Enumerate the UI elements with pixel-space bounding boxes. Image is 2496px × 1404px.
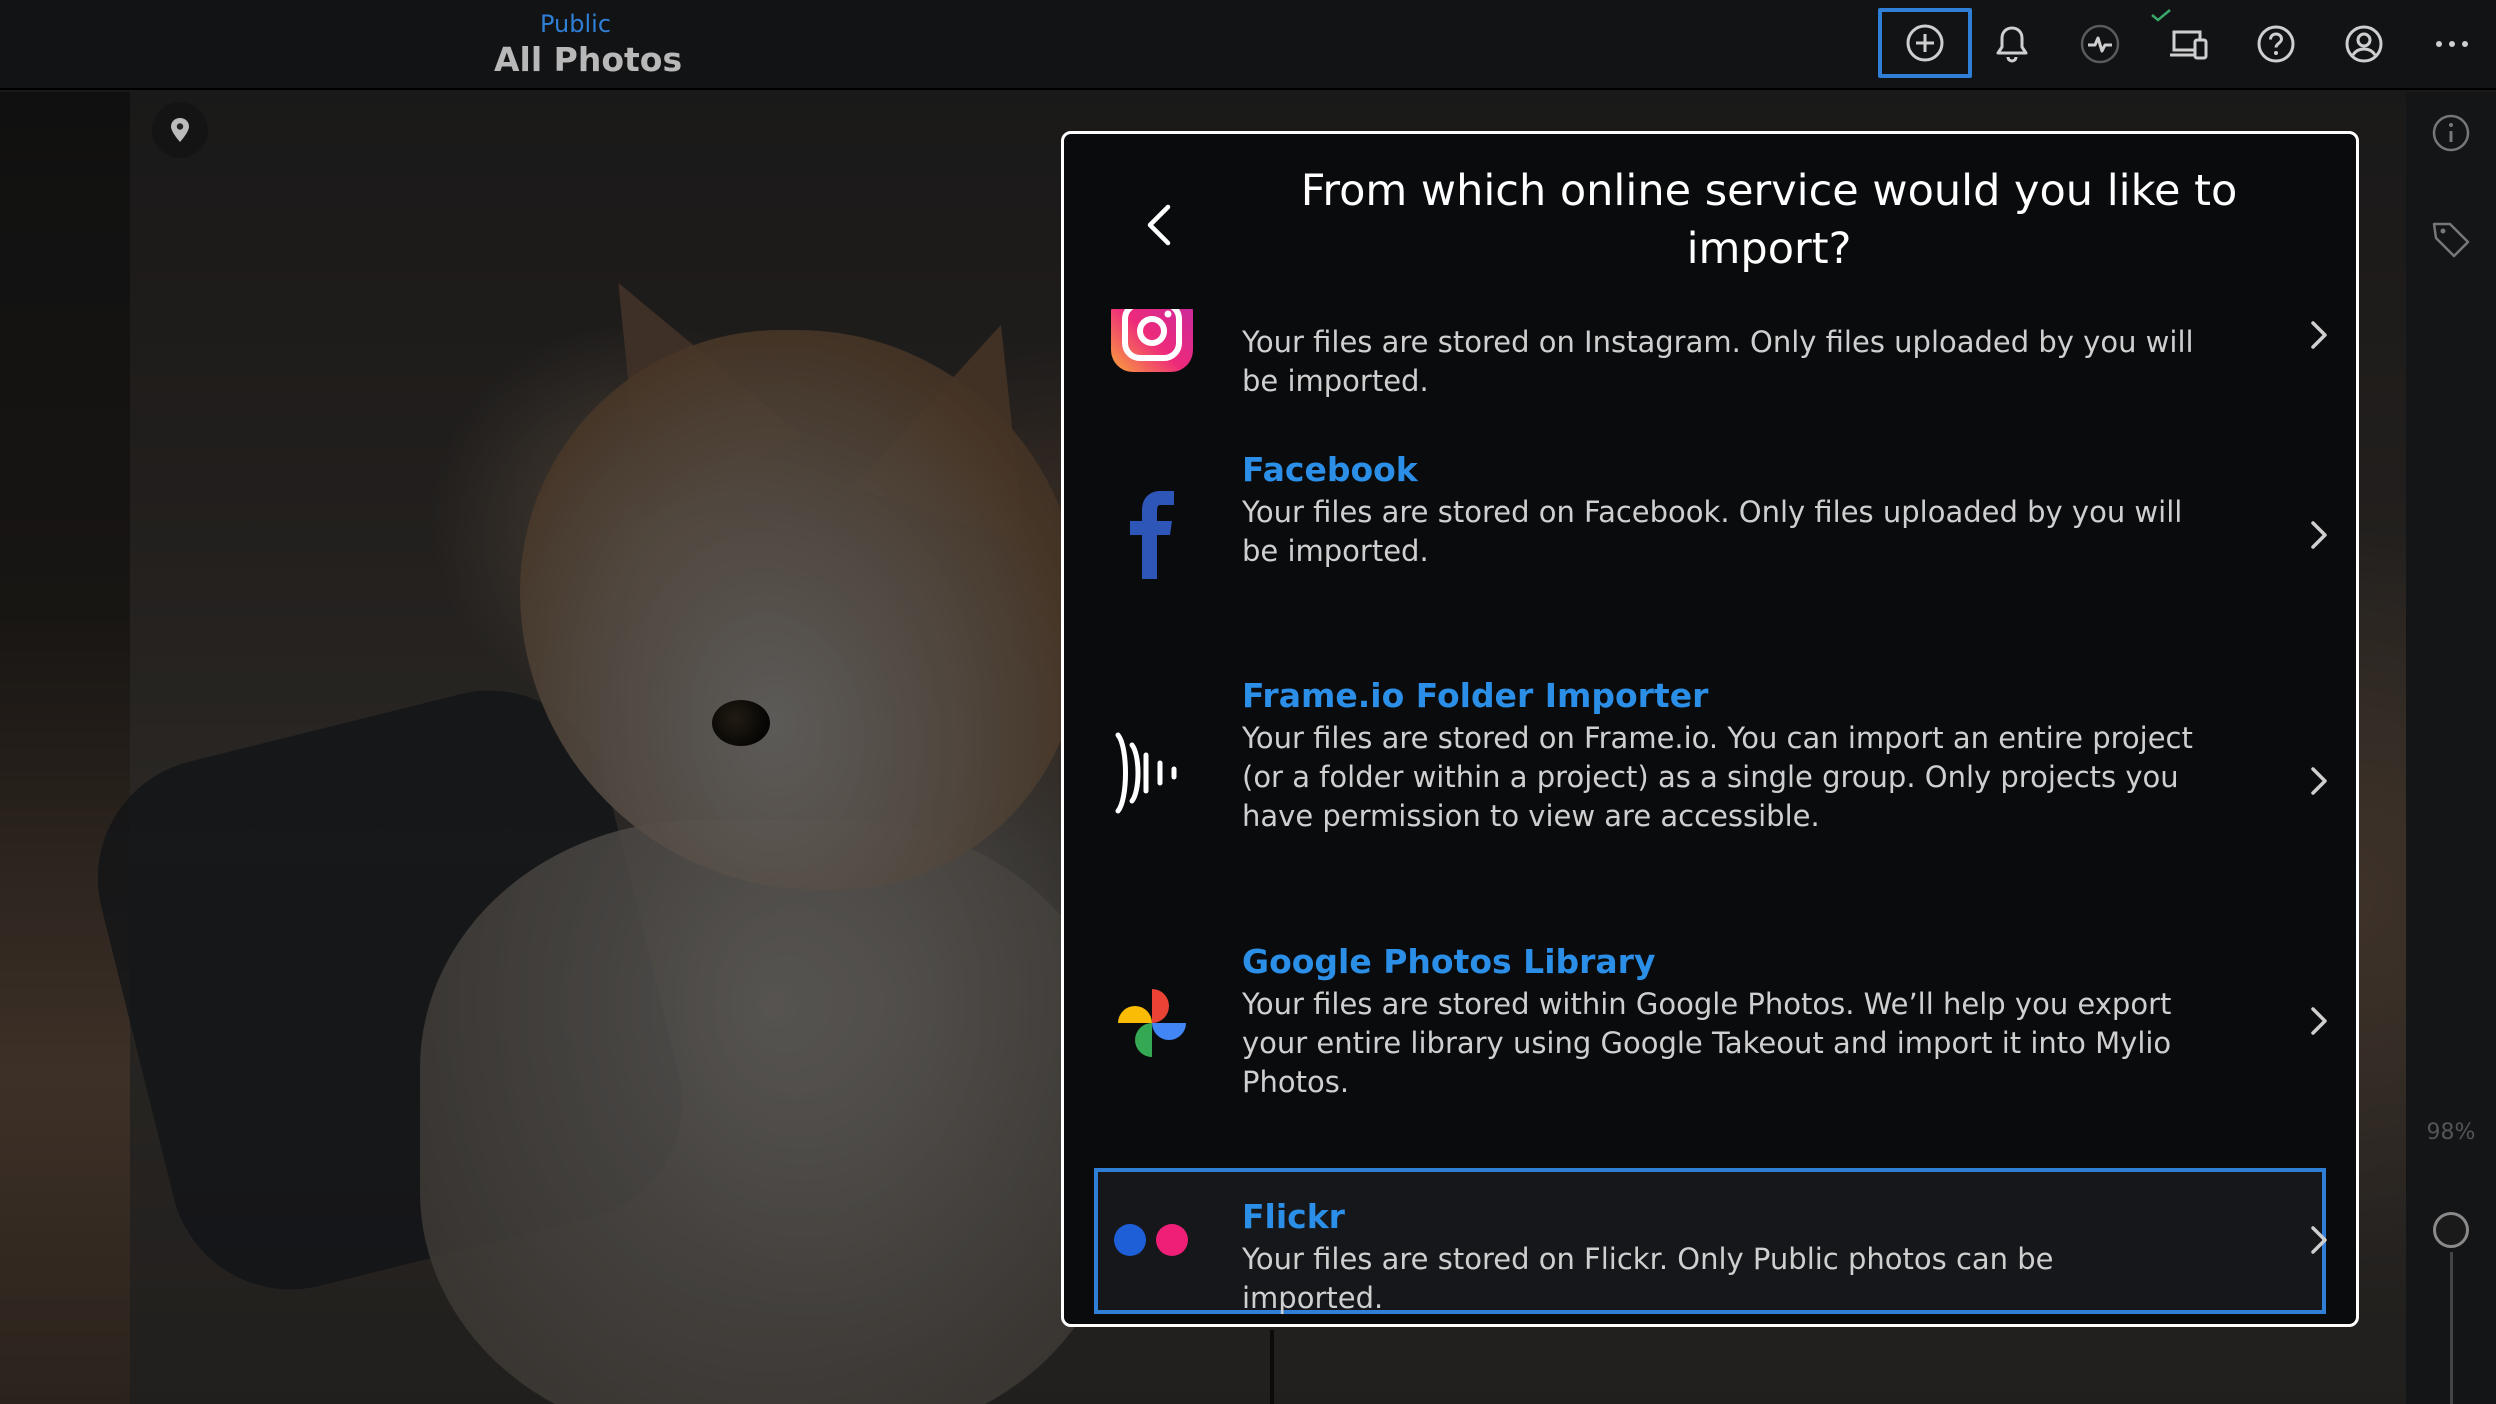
add-circle-icon [1906,24,1944,62]
bell-icon [1996,26,2028,63]
page-title[interactable]: All Photos [494,40,682,79]
info-icon[interactable] [2428,110,2474,156]
service-name: Google Photos Library [1242,942,1656,981]
activity-icon [2080,24,2120,64]
help-icon [2257,25,2295,63]
service-description: Your files are stored on Instagram. Only… [1242,325,2194,398]
instagram-icon [1106,309,1198,377]
service-list: Your files are stored on Instagram. Only… [1064,309,2356,1324]
more-icon [2436,41,2468,47]
service-item-instagram[interactable]: Your files are stored on Instagram. Only… [1094,309,2327,435]
import-service-dialog: From which online service would you like… [1061,131,2359,1327]
location-pin-icon[interactable] [152,102,208,158]
back-button[interactable] [1124,190,1194,260]
account-icon [2345,25,2383,63]
chevron-right-icon [2308,1224,2338,1264]
chevron-left-icon [1147,204,1171,246]
facebook-icon [1106,489,1198,581]
zoom-level: 98% [2426,1120,2476,1145]
right-rail: 98% [2406,92,2496,1404]
breadcrumb-sub[interactable]: Public [540,10,611,38]
service-item-flickr[interactable]: Flickr Your files are stored on Flickr. … [1094,1168,2327,1315]
service-description: Your files are stored on Flickr. Only Pu… [1242,1242,2054,1315]
devices-icon [2170,30,2208,60]
chevron-right-icon [2308,319,2338,359]
service-name: Flickr [1242,1197,1345,1236]
chevron-right-icon [2308,1005,2338,1045]
flickr-icon [1106,1194,1198,1286]
google-photos-icon [1106,977,1198,1069]
service-item-google-photos[interactable]: Google Photos Library Your files are sto… [1094,931,2327,1111]
top-bar: Public All Photos [0,0,2496,90]
zoom-slider-track[interactable] [2450,1252,2453,1404]
service-description: Your files are stored on Facebook. Only … [1242,495,2183,568]
help-button[interactable] [2246,14,2306,74]
zoom-slider-handle[interactable] [2433,1212,2469,1248]
activity-button[interactable] [2070,14,2130,74]
dialog-title: From which online service would you like… [1300,166,2238,274]
devices-button[interactable] [2158,14,2218,74]
service-item-frameio[interactable]: Frame.io Folder Importer Your files are … [1094,665,2327,885]
chevron-right-icon [2308,519,2338,559]
add-button[interactable] [1878,8,1972,78]
service-name: Facebook [1242,450,1418,489]
account-button[interactable] [2334,14,2394,74]
service-item-facebook[interactable]: Facebook Your files are stored on Facebo… [1094,439,2327,619]
service-description: Your files are stored on Frame.io. You c… [1242,721,2193,833]
tag-icon[interactable] [2428,216,2474,262]
service-name: Frame.io Folder Importer [1242,676,1709,715]
frameio-icon [1106,727,1198,819]
notifications-button[interactable] [1982,14,2042,74]
more-button[interactable] [2422,14,2482,74]
chevron-right-icon [2308,765,2338,805]
service-description: Your files are stored within Google Phot… [1242,987,2172,1099]
